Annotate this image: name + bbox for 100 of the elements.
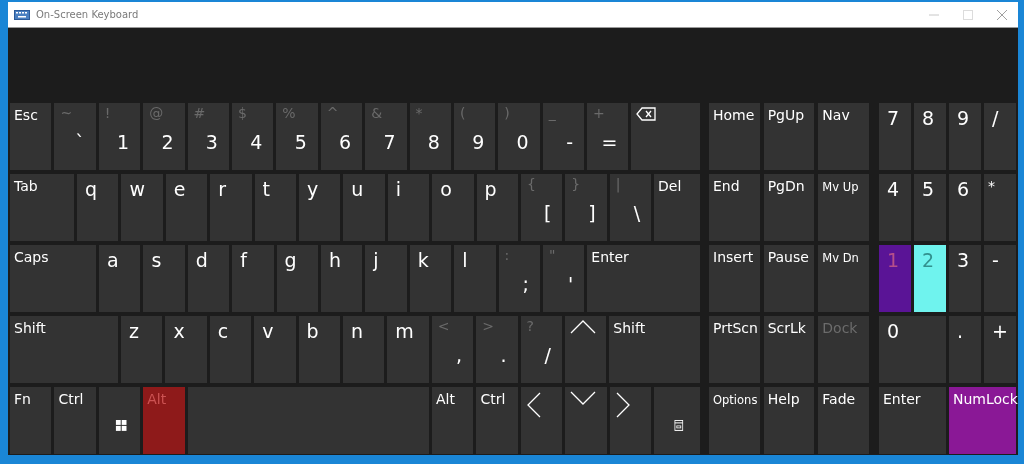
key[interactable]: o	[432, 174, 474, 241]
key[interactable]: Enter	[587, 245, 700, 312]
key[interactable]: a	[99, 245, 141, 312]
key[interactable]: 0	[879, 316, 946, 383]
key[interactable]: End	[709, 174, 760, 241]
key[interactable]: l	[454, 245, 496, 312]
key[interactable]: p	[476, 174, 518, 241]
key[interactable]: NumLock	[949, 387, 1016, 454]
key[interactable]: +	[984, 316, 1016, 383]
key[interactable]: ? /	[520, 316, 562, 383]
menu-key-icon	[674, 419, 684, 431]
key[interactable]: # 3	[187, 103, 229, 170]
key[interactable]: 9	[949, 103, 981, 170]
key[interactable]: | \	[609, 174, 652, 241]
key[interactable]: PrtScn	[709, 316, 760, 383]
key[interactable]: < ,	[431, 316, 474, 383]
key[interactable]: > .	[476, 316, 518, 383]
key[interactable]: h	[320, 245, 363, 312]
key[interactable]: 6	[949, 174, 981, 241]
key[interactable]: w	[121, 174, 163, 241]
backspace-key[interactable]	[631, 103, 700, 170]
key[interactable]: ScrLk	[763, 316, 815, 383]
key[interactable]: PgUp	[763, 103, 815, 170]
key[interactable]: .	[949, 316, 981, 383]
up-arrow-key[interactable]	[564, 316, 607, 383]
key[interactable]: j	[365, 245, 407, 312]
chevron-up-icon	[569, 320, 596, 334]
key[interactable]: v	[254, 316, 296, 383]
left-arrow-key[interactable]	[520, 387, 563, 454]
key[interactable]: e	[165, 174, 208, 241]
key[interactable]: : ;	[498, 245, 540, 312]
key[interactable]: *	[984, 174, 1016, 241]
right-arrow-key[interactable]	[609, 387, 651, 454]
key[interactable]: Pause	[763, 245, 815, 312]
key[interactable]: Mv Dn	[818, 245, 869, 312]
key[interactable]: m	[387, 316, 429, 383]
key[interactable]: + =	[587, 103, 629, 170]
key[interactable]: q	[77, 174, 119, 241]
key[interactable]: t	[254, 174, 296, 241]
key[interactable]: " '	[542, 245, 585, 312]
windows-icon	[116, 419, 128, 431]
key[interactable]: ! 1	[98, 103, 141, 170]
key[interactable]: /	[984, 103, 1016, 170]
key[interactable]: Shift	[10, 316, 118, 383]
keyboard-icon	[14, 9, 30, 20]
backspace-icon	[636, 107, 657, 121]
key[interactable]: Mv Up	[818, 174, 869, 241]
key[interactable]: Fn	[10, 387, 52, 454]
menu-key[interactable]	[654, 387, 700, 454]
key[interactable]: b	[298, 316, 340, 383]
key[interactable]: 5	[914, 174, 946, 241]
key[interactable]: $ 4	[231, 103, 274, 170]
key[interactable]: d	[187, 245, 230, 312]
key[interactable]: ~ `	[54, 103, 96, 170]
key[interactable]: 8	[914, 103, 946, 170]
key[interactable]: Help	[763, 387, 815, 454]
key[interactable]: Shift	[609, 316, 700, 383]
key[interactable]: Caps	[10, 245, 96, 312]
key[interactable]: ( 9	[453, 103, 496, 170]
windows-key[interactable]	[98, 387, 141, 454]
key[interactable]: Home	[709, 103, 760, 170]
key[interactable]: 7	[879, 103, 911, 170]
key[interactable]: -	[984, 245, 1016, 312]
key[interactable]: { [	[520, 174, 563, 241]
key[interactable]: c	[209, 316, 252, 383]
key[interactable]: * 8	[409, 103, 451, 170]
key[interactable]: Alt	[432, 387, 474, 454]
key[interactable]: r	[210, 174, 252, 241]
key[interactable]: u	[343, 174, 385, 241]
key[interactable]: f	[232, 245, 274, 312]
key[interactable]: i	[387, 174, 430, 241]
key[interactable]: Enter	[879, 387, 946, 454]
key[interactable]: z	[121, 316, 163, 383]
key[interactable]: g	[276, 245, 318, 312]
key[interactable]: Options	[709, 387, 760, 454]
key[interactable]: Ctrl	[476, 387, 518, 454]
key[interactable]: Esc	[10, 103, 52, 170]
key[interactable]: } ]	[565, 174, 607, 241]
key[interactable]: 3	[949, 245, 981, 312]
key[interactable]: Tab	[10, 174, 74, 241]
key[interactable]: y	[298, 174, 341, 241]
key[interactable]: x	[165, 316, 207, 383]
key[interactable]: Fade	[818, 387, 869, 454]
close-icon[interactable]	[996, 8, 1008, 21]
key[interactable]: Nav	[818, 103, 869, 170]
key[interactable]: Del	[654, 174, 700, 241]
key[interactable]: & 7	[365, 103, 407, 170]
key[interactable]: ) 0	[498, 103, 540, 170]
key[interactable]: Insert	[709, 245, 760, 312]
key[interactable]: _ -	[542, 103, 585, 170]
key[interactable]: % 5	[276, 103, 318, 170]
key[interactable]: n	[342, 316, 385, 383]
key[interactable]: Ctrl	[54, 387, 96, 454]
key[interactable]: PgDn	[763, 174, 815, 241]
key[interactable]: 4	[879, 174, 911, 241]
key[interactable]: ^ 6	[320, 103, 363, 170]
key[interactable]: s	[143, 245, 185, 312]
down-arrow-key[interactable]	[565, 387, 607, 454]
key[interactable]: k	[409, 245, 452, 312]
key[interactable]: @ 2	[143, 103, 185, 170]
